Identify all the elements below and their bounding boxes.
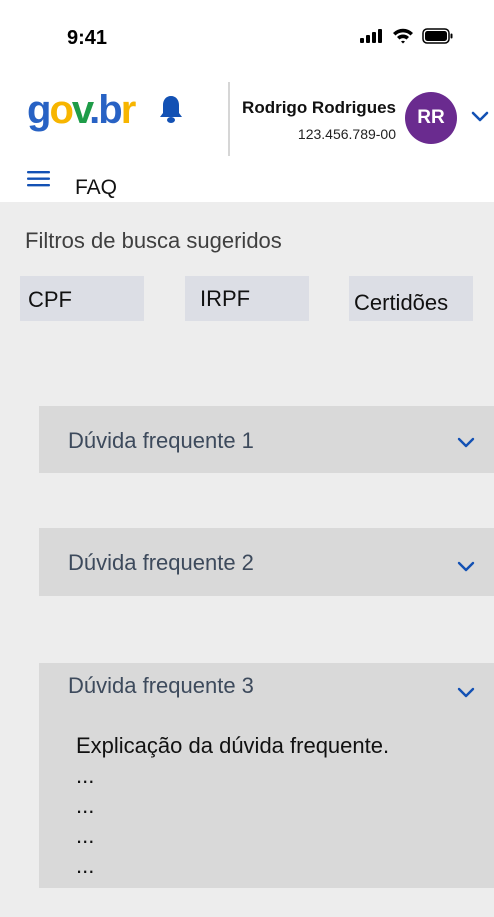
hamburger-menu-icon[interactable] xyxy=(27,170,51,188)
avatar-initials: RR xyxy=(417,107,445,128)
faq-item-3[interactable]: Dúvida frequente 3 Explicação da dúvida … xyxy=(39,663,494,888)
filters-title: Filtros de busca sugeridos xyxy=(25,228,282,253)
wifi-icon xyxy=(393,28,413,44)
page-title: FAQ xyxy=(75,176,118,199)
logo-letter-g: g xyxy=(27,88,51,132)
status-icons xyxy=(360,28,454,44)
chevron-down-icon[interactable] xyxy=(457,437,475,449)
user-name[interactable]: Rodrigo Rodrigues xyxy=(242,98,396,118)
filter-chip-label: CPF xyxy=(28,287,72,312)
faq-question: Dúvida frequente 3 xyxy=(68,673,254,698)
filter-chip-irpf[interactable]: IRPF xyxy=(185,276,309,321)
faq-item-1[interactable]: Dúvida frequente 1 xyxy=(39,406,494,473)
app-header: gov.br Rodrigo Rodrigues 123.456.789-00 … xyxy=(0,76,494,202)
status-time: 9:41 xyxy=(67,27,108,49)
logo-dot: . xyxy=(89,88,100,132)
faq-answer-line: ... xyxy=(76,823,95,848)
avatar[interactable]: RR xyxy=(405,92,457,144)
logo-letter-v: v xyxy=(71,88,91,132)
chevron-down-icon[interactable] xyxy=(457,561,475,573)
logo-letter-b: b xyxy=(98,88,122,132)
govbr-logo[interactable]: gov.br xyxy=(27,86,137,134)
main-content: Filtros de busca sugeridos CPF IRPF Cert… xyxy=(0,202,494,917)
bell-icon[interactable] xyxy=(158,94,184,124)
logo-letter-o: o xyxy=(49,88,73,132)
chevron-down-icon[interactable] xyxy=(470,110,490,124)
faq-item-2[interactable]: Dúvida frequente 2 xyxy=(39,528,494,596)
signal-icon xyxy=(360,29,382,43)
logo-letter-r: r xyxy=(120,88,137,132)
filter-chip-label: IRPF xyxy=(200,286,251,311)
faq-answer-line: ... xyxy=(76,853,95,878)
filter-chip-certidoes[interactable]: Certidões xyxy=(349,276,473,321)
filter-chip-cpf[interactable]: CPF xyxy=(20,276,144,321)
faq-answer-line: ... xyxy=(76,763,95,788)
faq-answer-line: Explicação da dúvida frequente. xyxy=(76,733,390,758)
battery-icon xyxy=(422,28,453,44)
faq-answer-line: ... xyxy=(76,793,95,818)
faq-answer: Explicação da dúvida frequente. ... ... … xyxy=(76,731,389,881)
filter-chip-label: Certidões xyxy=(354,290,449,315)
user-cpf: 123.456.789-00 xyxy=(297,126,396,142)
header-divider xyxy=(228,82,230,156)
status-bar: 9:41 xyxy=(0,0,494,76)
chevron-down-icon[interactable] xyxy=(457,687,475,699)
faq-question: Dúvida frequente 2 xyxy=(68,550,254,575)
faq-question: Dúvida frequente 1 xyxy=(68,428,254,453)
